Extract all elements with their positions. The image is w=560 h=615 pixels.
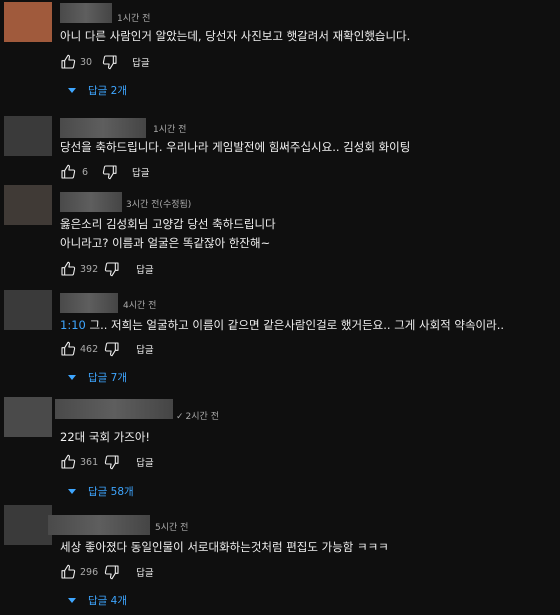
comment-actions: 296 답글: [60, 564, 154, 580]
replies-label: 답글 2개: [88, 85, 127, 97]
avatar[interactable]: [4, 397, 52, 437]
like-count: 30: [80, 56, 93, 68]
like-count: 462: [80, 343, 99, 355]
avatar[interactable]: [4, 116, 52, 156]
reply-button[interactable]: 답글: [132, 55, 149, 69]
avatar[interactable]: [4, 505, 52, 545]
thumb-down-icon[interactable]: [102, 54, 118, 70]
thumb-down-icon[interactable]: [104, 341, 120, 357]
thumb-down-icon[interactable]: [104, 454, 120, 470]
view-replies-button[interactable]: 답글 4개: [68, 593, 127, 608]
thumb-down-icon[interactable]: [104, 564, 120, 580]
avatar[interactable]: [4, 185, 52, 225]
thumb-up-icon[interactable]: [60, 164, 76, 180]
comment-text: 22대 국회 가즈아!: [60, 430, 151, 444]
author-name-blurred[interactable]: [60, 118, 146, 138]
author-name-blurred[interactable]: [60, 293, 118, 313]
author-name-blurred[interactable]: [60, 3, 112, 23]
like-count: 296: [80, 566, 99, 578]
comment-time-text: 2시간 전: [185, 412, 219, 422]
like-count: 361: [80, 456, 99, 468]
comment-text: 1:10 그.. 저희는 얼굴하고 이름이 같으면 같은사람인걸로 했거든요..…: [60, 315, 504, 335]
comment-text-body: 그.. 저희는 얼굴하고 이름이 같으면 같은사람인걸로 했거든요.. 그게 사…: [85, 318, 505, 332]
thumb-up-icon[interactable]: [60, 261, 76, 277]
comment-text-line-2: 아니라고? 이름과 얼굴은 똑같잖아 한잔해~: [60, 236, 271, 250]
comment-time: 3시간 전(수정됨): [126, 200, 192, 210]
author-name-blurred[interactable]: [55, 399, 173, 419]
reply-button[interactable]: 답글: [132, 165, 149, 179]
author-name-blurred[interactable]: [48, 515, 150, 535]
avatar[interactable]: [4, 2, 52, 42]
comment-time: 1시간 전: [153, 125, 187, 135]
thumb-up-icon[interactable]: [60, 54, 76, 70]
comment-time: ✓ 2시간 전: [176, 409, 219, 422]
like-count: 392: [80, 263, 99, 275]
avatar[interactable]: [4, 290, 52, 330]
comment-text: 세상 좋아졌다 동일인물이 서로대화하는것처럼 편집도 가능함 ㅋㅋㅋ: [60, 540, 389, 554]
view-replies-button[interactable]: 답글 2개: [68, 83, 127, 98]
author-name-blurred[interactable]: [60, 192, 122, 212]
view-replies-button[interactable]: 답글 58개: [68, 484, 134, 499]
replies-label: 답글 7개: [88, 372, 127, 384]
comment-actions: 6 답글: [60, 164, 150, 180]
verified-check-icon: ✓: [176, 412, 184, 422]
replies-label: 답글 4개: [88, 595, 127, 607]
comment-time: 4시간 전: [123, 301, 157, 311]
like-count: 6: [82, 166, 89, 178]
comment-actions: 361 답글: [60, 454, 154, 470]
thumb-down-icon[interactable]: [104, 261, 120, 277]
thumb-down-icon[interactable]: [102, 164, 118, 180]
view-replies-button[interactable]: 답글 7개: [68, 370, 127, 385]
thumb-up-icon[interactable]: [60, 564, 76, 580]
timestamp-link[interactable]: 1:10: [60, 318, 86, 332]
caret-down-icon: [68, 598, 76, 603]
comment-actions: 392 답글: [60, 261, 154, 277]
comment-text-line-1: 옳은소리 김성회님 고양갑 당선 축하드립니다: [60, 217, 276, 231]
comment-time: 5시간 전: [155, 523, 189, 533]
reply-button[interactable]: 답글: [136, 455, 153, 469]
reply-button[interactable]: 답글: [136, 565, 153, 579]
replies-label: 답글 58개: [88, 486, 134, 498]
thumb-up-icon[interactable]: [60, 341, 76, 357]
comment-actions: 30 답글: [60, 54, 150, 70]
caret-down-icon: [68, 375, 76, 380]
comment-text: 아니 다른 사람인거 알았는데, 당선자 사진보고 햇갈려서 재확인했습니다.: [60, 29, 411, 43]
thumb-up-icon[interactable]: [60, 454, 76, 470]
reply-button[interactable]: 답글: [136, 262, 153, 276]
reply-button[interactable]: 답글: [136, 342, 153, 356]
comment-time: 1시간 전: [117, 14, 151, 24]
comment-text: 당선을 축하드립니다. 우리나라 게임발전에 힘써주십시요.. 김성회 화이팅: [60, 140, 411, 154]
caret-down-icon: [68, 489, 76, 494]
caret-down-icon: [68, 88, 76, 93]
comment-actions: 462 답글: [60, 341, 154, 357]
